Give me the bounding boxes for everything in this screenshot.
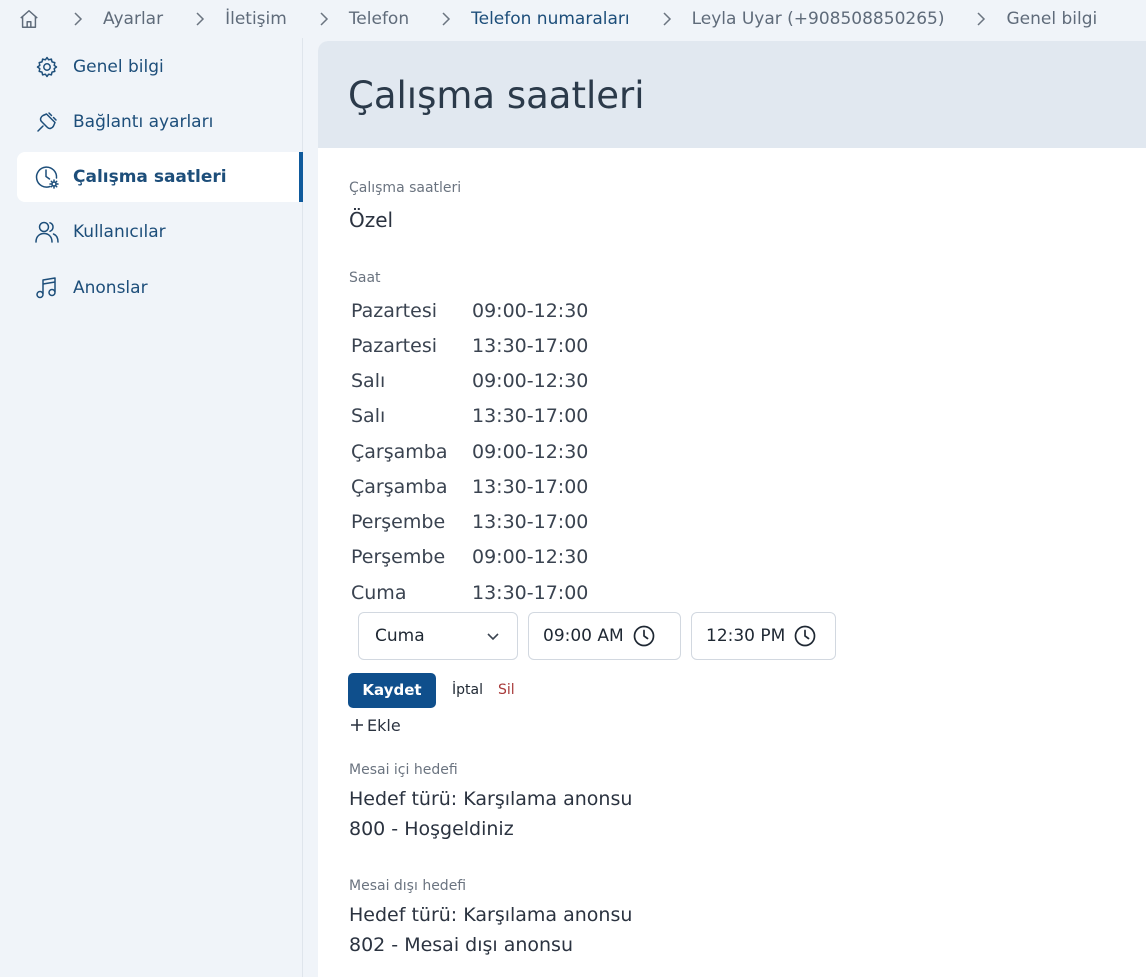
in-hours-target: 800 - Hoşgeldiniz bbox=[349, 818, 514, 840]
day-select-value: Cuma bbox=[375, 626, 425, 646]
end-time-value: 12:30 PM bbox=[706, 626, 786, 646]
add-label: Ekle bbox=[367, 715, 401, 735]
music-icon bbox=[34, 275, 60, 301]
page-header: Çalışma saatleri bbox=[318, 41, 1146, 148]
schedule-time: 09:00-12:30 bbox=[472, 300, 589, 322]
breadcrumb-item-user[interactable]: Leyla Uyar (+908508850265) bbox=[692, 9, 945, 29]
schedule-day: Perşembe bbox=[351, 511, 446, 533]
breadcrumb-item-telefon[interactable]: Telefon bbox=[349, 9, 409, 29]
schedule-time: 13:30-17:00 bbox=[472, 335, 589, 357]
chevron-right-icon bbox=[973, 11, 989, 27]
in-hours-type: Hedef türü: Karşılama anonsu bbox=[349, 788, 633, 810]
schedule-row: Çarşamba 13:30-17:00 bbox=[351, 473, 588, 501]
delete-button[interactable]: Sil bbox=[498, 682, 515, 698]
editor-actions: Kaydet İptal Sil bbox=[348, 672, 515, 708]
plug-icon bbox=[34, 109, 60, 135]
sidebar: Genel bilgi Bağlantı ayarları Çalışma sa… bbox=[0, 38, 303, 977]
schedule-row: Pazartesi 09:00-12:30 bbox=[351, 297, 588, 325]
out-hours-type: Hedef türü: Karşılama anonsu bbox=[349, 904, 633, 926]
breadcrumb-item-telefon-numaralari[interactable]: Telefon numaraları bbox=[471, 9, 630, 29]
working-hours-value: Özel bbox=[349, 208, 394, 232]
page-title: Çalışma saatleri bbox=[348, 74, 645, 117]
sidebar-item-label: Genel bilgi bbox=[73, 57, 164, 77]
schedule-time: 09:00-12:30 bbox=[472, 546, 589, 568]
add-button[interactable]: Ekle bbox=[350, 713, 401, 737]
end-time-input[interactable]: 12:30 PM bbox=[691, 612, 836, 660]
breadcrumb: Ayarlar İletişim Telefon Telefon numaral… bbox=[0, 0, 1146, 38]
schedule-row: Çarşamba 09:00-12:30 bbox=[351, 438, 588, 466]
schedule-row: Salı 09:00-12:30 bbox=[351, 367, 588, 395]
schedule-row: Perşembe 13:30-17:00 bbox=[351, 508, 588, 536]
schedule-day: Salı bbox=[351, 370, 386, 392]
schedule-row: Cuma 13:30-17:00 bbox=[351, 579, 588, 607]
schedule-time: 09:00-12:30 bbox=[472, 370, 589, 392]
schedule-row: Pazartesi 13:30-17:00 bbox=[351, 332, 588, 360]
schedule-editor: Cuma 09:00 AM 12:30 PM bbox=[358, 612, 836, 662]
sidebar-item-label: Kullanıcılar bbox=[73, 222, 166, 242]
schedule-time: 13:30-17:00 bbox=[472, 476, 589, 498]
working-hours-label: Çalışma saatleri bbox=[349, 180, 462, 196]
clock-icon[interactable] bbox=[633, 625, 655, 647]
out-hours-label: Mesai dışı hedefi bbox=[349, 878, 467, 894]
start-time-value: 09:00 AM bbox=[543, 626, 624, 646]
schedule-row: Salı 13:30-17:00 bbox=[351, 402, 588, 430]
breadcrumb-item-ayarlar[interactable]: Ayarlar bbox=[103, 9, 163, 29]
clock-settings-icon bbox=[34, 164, 60, 190]
start-time-input[interactable]: 09:00 AM bbox=[528, 612, 681, 660]
sidebar-item-label: Çalışma saatleri bbox=[73, 167, 227, 187]
sidebar-item-label: Anonslar bbox=[73, 278, 148, 298]
chevron-down-icon bbox=[485, 628, 501, 644]
schedule-day: Salı bbox=[351, 405, 386, 427]
schedule-time: 13:30-17:00 bbox=[472, 582, 589, 604]
chevron-right-icon bbox=[316, 11, 332, 27]
gear-icon bbox=[34, 54, 60, 80]
chevron-right-icon bbox=[438, 11, 454, 27]
schedule-time: 13:30-17:00 bbox=[472, 511, 589, 533]
schedule-day: Perşembe bbox=[351, 546, 446, 568]
sidebar-item-kullanicilar[interactable]: Kullanıcılar bbox=[17, 207, 303, 257]
cancel-button[interactable]: İptal bbox=[452, 682, 483, 698]
schedule-day: Çarşamba bbox=[351, 476, 448, 498]
day-select[interactable]: Cuma bbox=[358, 612, 518, 660]
sidebar-item-anonslar[interactable]: Anonslar bbox=[17, 263, 303, 313]
home-icon[interactable] bbox=[18, 8, 40, 30]
schedule-day: Pazartesi bbox=[351, 335, 437, 357]
breadcrumb-item-genel-bilgi: Genel bilgi bbox=[1006, 9, 1098, 29]
sidebar-item-calisma-saatleri[interactable]: Çalışma saatleri bbox=[17, 152, 303, 202]
hours-label: Saat bbox=[349, 270, 381, 286]
schedule-day: Pazartesi bbox=[351, 300, 437, 322]
users-icon bbox=[34, 219, 60, 245]
chevron-right-icon bbox=[70, 11, 86, 27]
sidebar-item-label: Bağlantı ayarları bbox=[73, 112, 214, 132]
clock-icon[interactable] bbox=[794, 625, 816, 647]
in-hours-label: Mesai içi hedefi bbox=[349, 762, 458, 778]
schedule-day: Cuma bbox=[351, 582, 407, 604]
chevron-right-icon bbox=[659, 11, 675, 27]
schedule-row: Perşembe 09:00-12:30 bbox=[351, 543, 588, 571]
schedule-time: 13:30-17:00 bbox=[472, 405, 589, 427]
sidebar-item-baglanti-ayarlari[interactable]: Bağlantı ayarları bbox=[17, 97, 303, 147]
sidebar-item-genel-bilgi[interactable]: Genel bilgi bbox=[17, 42, 303, 92]
schedule-day: Çarşamba bbox=[351, 441, 448, 463]
breadcrumb-item-iletisim[interactable]: İletişim bbox=[225, 9, 287, 29]
schedule-time: 09:00-12:30 bbox=[472, 441, 589, 463]
plus-icon bbox=[350, 713, 364, 737]
out-hours-target: 802 - Mesai dışı anonsu bbox=[349, 934, 573, 956]
chevron-right-icon bbox=[192, 11, 208, 27]
save-button[interactable]: Kaydet bbox=[348, 672, 436, 708]
main-panel: Çalışma saatleri Çalışma saatleri Özel S… bbox=[318, 41, 1146, 977]
